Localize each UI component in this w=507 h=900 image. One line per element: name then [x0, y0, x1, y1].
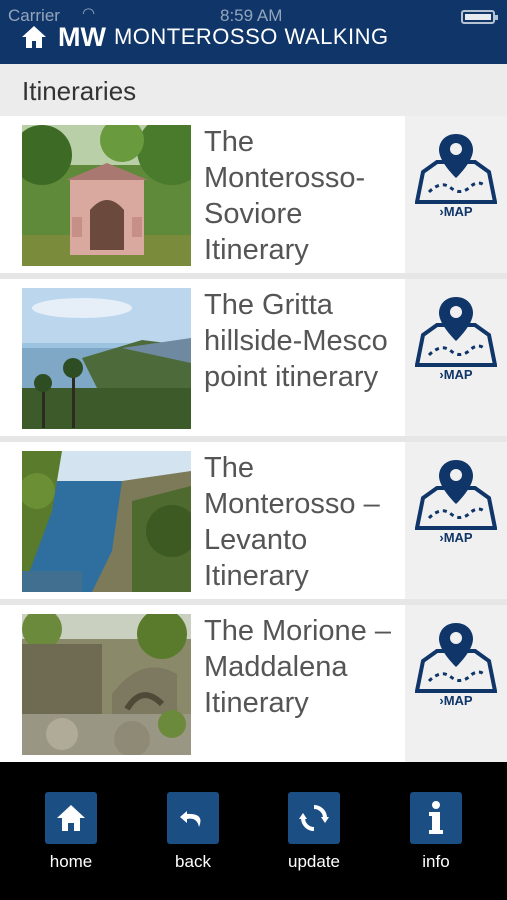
map-pin-icon — [415, 623, 497, 693]
map-button[interactable]: ›MAP — [405, 116, 507, 273]
nav-update-label: update — [288, 852, 340, 871]
list-item[interactable]: The Monterosso – Levanto Itinerary ›MAP — [0, 442, 507, 599]
list-item[interactable]: The Gritta hillside-Mesco point itinerar… — [0, 279, 507, 436]
map-pin-icon — [415, 460, 497, 530]
map-button[interactable]: ›MAP — [405, 605, 507, 762]
section-header: Itineraries — [0, 64, 507, 116]
battery-icon — [461, 10, 498, 24]
map-button[interactable]: ›MAP — [405, 279, 507, 436]
itinerary-photo[interactable] — [22, 451, 191, 592]
nav-back-button[interactable]: back — [153, 792, 233, 872]
map-label: ›MAP — [439, 693, 473, 708]
itinerary-photo[interactable] — [22, 288, 191, 429]
info-icon[interactable] — [410, 792, 462, 844]
itinerary-title[interactable]: The Morione – Maddalena Itinerary — [204, 613, 400, 721]
home-icon[interactable] — [20, 24, 48, 50]
itinerary-title[interactable]: The Monterosso – Levanto Itinerary — [204, 450, 400, 594]
list-item[interactable]: The Morione – Maddalena Itinerary ›MAP — [0, 605, 507, 762]
nav-back-label: back — [175, 852, 211, 871]
refresh-icon[interactable] — [288, 792, 340, 844]
map-label: ›MAP — [439, 367, 473, 382]
nav-info-label: info — [422, 852, 450, 871]
itinerary-photo[interactable] — [22, 614, 191, 755]
itinerary-title[interactable]: The Gritta hillside-Mesco point itinerar… — [204, 287, 400, 395]
map-button[interactable]: ›MAP — [405, 442, 507, 599]
nav-info-button[interactable]: info — [396, 792, 476, 872]
bottom-nav: home back update info — [0, 762, 507, 900]
itinerary-photo[interactable] — [22, 125, 191, 266]
map-pin-icon — [415, 134, 497, 204]
wifi-icon: ◠ — [82, 5, 96, 22]
map-label: ›MAP — [439, 530, 473, 545]
home-icon[interactable] — [45, 792, 97, 844]
nav-home-button[interactable]: home — [31, 792, 111, 872]
nav-home-label: home — [49, 852, 93, 871]
map-label: ›MAP — [439, 204, 473, 219]
map-pin-icon — [415, 297, 497, 367]
undo-icon[interactable] — [167, 792, 219, 844]
app-header: Carrier ◠ 8:59 AM MW MONTEROSSO WALKING — [0, 0, 507, 64]
app-title: MONTEROSSO WALKING — [113, 24, 389, 49]
brand: MW MONTEROSSO WALKING — [20, 22, 389, 52]
nav-update-button[interactable]: update — [274, 792, 354, 872]
page-title: Itineraries — [22, 76, 137, 106]
itinerary-title[interactable]: The Monterosso-Soviore Itinerary — [204, 124, 400, 268]
list-item[interactable]: The Monterosso-Soviore Itinerary ›MAP — [0, 116, 507, 273]
itinerary-list: The Monterosso-Soviore Itinerary ›MAP Th… — [0, 116, 507, 762]
brand-logo: MW — [58, 21, 106, 52]
